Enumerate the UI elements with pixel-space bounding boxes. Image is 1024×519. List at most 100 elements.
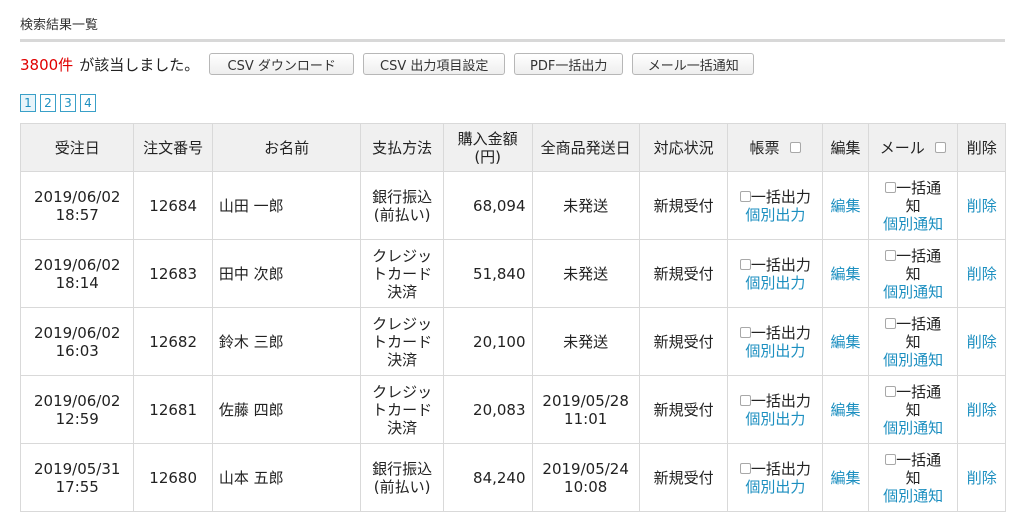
bulk-output-option[interactable]: 一括出力 bbox=[734, 324, 816, 342]
order-time: 12:59 bbox=[55, 409, 99, 428]
invoice-cell: 一括出力 個別出力 bbox=[727, 307, 824, 376]
col-order-date: 受注日 bbox=[19, 123, 135, 172]
invoice-select-all-checkbox[interactable] bbox=[790, 141, 802, 153]
order-time: 18:57 bbox=[55, 205, 99, 224]
page-link-3[interactable]: 3 bbox=[60, 94, 76, 112]
edit-link[interactable]: 編集 bbox=[822, 171, 869, 240]
payment-line: トカード bbox=[372, 400, 433, 419]
mail-select-all-checkbox[interactable] bbox=[935, 141, 947, 153]
edit-link[interactable]: 編集 bbox=[822, 375, 869, 444]
bulk-notify-option[interactable]: 一括通 bbox=[875, 179, 952, 197]
individual-output-link[interactable]: 個別出力 bbox=[734, 206, 816, 224]
order-time: 17:55 bbox=[55, 477, 99, 496]
bulk-notify-option[interactable]: 一括通 bbox=[875, 451, 952, 469]
search-results-page: 検索結果一覧 3800件 が該当しました。 CSV ダウンロード CSV 出力項… bbox=[0, 0, 1024, 519]
orders-table-body: 2019/06/02 18:57 12684 山田 一郎 銀行振込 (前払い) 6… bbox=[19, 171, 1006, 512]
table-row: 2019/06/02 16:03 12682 鈴木 三郎 クレジッ トカード 決済 … bbox=[19, 307, 1006, 376]
bulk-notify-checkbox[interactable] bbox=[885, 317, 897, 329]
ship-date-cell: 2019/05/24 10:08 bbox=[531, 443, 640, 512]
col-edit: 編集 bbox=[822, 123, 869, 172]
order-date-cell: 2019/06/02 18:57 bbox=[19, 171, 135, 240]
ship-date-cell: 未発送 bbox=[531, 307, 640, 376]
delete-link[interactable]: 削除 bbox=[957, 375, 1006, 444]
individual-output-link[interactable]: 個別出力 bbox=[734, 478, 816, 496]
bulk-output-checkbox[interactable] bbox=[739, 190, 751, 202]
bulk-output-checkbox[interactable] bbox=[739, 326, 751, 338]
payment-cell: クレジッ トカード 決済 bbox=[360, 375, 444, 444]
individual-notify-link[interactable]: 個別通知 bbox=[875, 351, 952, 369]
bulk-notify-checkbox[interactable] bbox=[885, 385, 897, 397]
bulk-notify-checkbox[interactable] bbox=[885, 249, 897, 261]
payment-line: トカード bbox=[372, 332, 433, 351]
bulk-output-option[interactable]: 一括出力 bbox=[734, 460, 816, 478]
payment-line: (前払い) bbox=[373, 477, 431, 496]
ship-line: 11:01 bbox=[564, 409, 608, 428]
title-divider bbox=[20, 39, 1005, 42]
pdf-bulk-button[interactable]: PDF一括出力 bbox=[514, 53, 624, 75]
individual-notify-link[interactable]: 個別通知 bbox=[875, 283, 952, 301]
col-name: お名前 bbox=[211, 123, 362, 172]
order-date: 2019/06/02 bbox=[33, 391, 121, 410]
delete-link[interactable]: 削除 bbox=[957, 443, 1006, 512]
delete-link[interactable]: 削除 bbox=[957, 239, 1006, 308]
order-date: 2019/06/02 bbox=[33, 255, 121, 274]
edit-link[interactable]: 編集 bbox=[822, 307, 869, 376]
page-link-2[interactable]: 2 bbox=[40, 94, 56, 112]
payment-line: 決済 bbox=[387, 418, 418, 437]
ship-line: 10:08 bbox=[564, 477, 608, 496]
result-count: 3800件 bbox=[20, 55, 74, 74]
delete-link[interactable]: 削除 bbox=[957, 307, 1006, 376]
payment-line: クレジッ bbox=[372, 382, 433, 401]
csv-download-button[interactable]: CSV ダウンロード bbox=[209, 53, 355, 75]
ship-line: 2019/05/28 bbox=[542, 391, 629, 410]
page-link-1[interactable]: 1 bbox=[20, 94, 36, 112]
amount-cell: 84,240 bbox=[442, 443, 533, 512]
bulk-notify-option[interactable]: 一括通 bbox=[875, 315, 952, 333]
individual-output-link[interactable]: 個別出力 bbox=[734, 274, 816, 292]
mail-cell: 一括通 知 個別通知 bbox=[867, 239, 959, 308]
order-no-cell: 12680 bbox=[133, 443, 213, 512]
bulk-notify-label: 一括通 bbox=[896, 178, 942, 197]
order-no-cell: 12684 bbox=[133, 171, 213, 240]
bulk-output-label: 一括出力 bbox=[750, 255, 811, 274]
col-amount-unit: (円) bbox=[474, 147, 502, 166]
individual-notify-link[interactable]: 個別通知 bbox=[875, 419, 952, 437]
bulk-output-option[interactable]: 一括出力 bbox=[734, 256, 816, 274]
bulk-output-checkbox[interactable] bbox=[739, 462, 751, 474]
col-invoice-label: 帳票 bbox=[749, 138, 780, 157]
bulk-notify-option[interactable]: 一括通 bbox=[875, 247, 952, 265]
payment-line: クレジッ bbox=[372, 314, 433, 333]
individual-output-link[interactable]: 個別出力 bbox=[734, 410, 816, 428]
bulk-output-checkbox[interactable] bbox=[739, 258, 751, 270]
bulk-notify-option[interactable]: 一括通 bbox=[875, 383, 952, 401]
edit-link[interactable]: 編集 bbox=[822, 443, 869, 512]
ship-date-cell: 未発送 bbox=[531, 171, 640, 240]
bulk-output-option[interactable]: 一括出力 bbox=[734, 392, 816, 410]
bulk-output-label: 一括出力 bbox=[750, 459, 811, 478]
table-header-row: 受注日 注文番号 お名前 支払方法 購入金額 (円) 全商品発送日 対応状況 帳… bbox=[19, 123, 1006, 172]
bulk-output-option[interactable]: 一括出力 bbox=[734, 188, 816, 206]
payment-line: 決済 bbox=[387, 282, 418, 301]
amount-cell: 20,100 bbox=[442, 307, 533, 376]
bulk-output-checkbox[interactable] bbox=[739, 394, 751, 406]
col-delete: 削除 bbox=[957, 123, 1006, 172]
amount-cell: 51,840 bbox=[442, 239, 533, 308]
status-cell: 新規受付 bbox=[638, 307, 729, 376]
individual-notify-link[interactable]: 個別通知 bbox=[875, 215, 952, 233]
amount-cell: 68,094 bbox=[442, 171, 533, 240]
order-no-cell: 12683 bbox=[133, 239, 213, 308]
payment-line: (前払い) bbox=[373, 205, 431, 224]
individual-notify-link[interactable]: 個別通知 bbox=[875, 487, 952, 505]
mail-bulk-button[interactable]: メール一括通知 bbox=[632, 53, 755, 75]
csv-fields-button[interactable]: CSV 出力項目設定 bbox=[363, 53, 506, 75]
individual-output-link[interactable]: 個別出力 bbox=[734, 342, 816, 360]
delete-link[interactable]: 削除 bbox=[957, 171, 1006, 240]
bulk-notify-checkbox[interactable] bbox=[885, 453, 897, 465]
bulk-notify-checkbox[interactable] bbox=[885, 181, 897, 193]
edit-link[interactable]: 編集 bbox=[822, 239, 869, 308]
col-payment: 支払方法 bbox=[360, 123, 444, 172]
customer-name-cell: 山田 一郎 bbox=[211, 171, 362, 240]
col-amount: 購入金額 (円) bbox=[442, 123, 533, 172]
page-link-4[interactable]: 4 bbox=[80, 94, 96, 112]
col-status: 対応状況 bbox=[638, 123, 729, 172]
